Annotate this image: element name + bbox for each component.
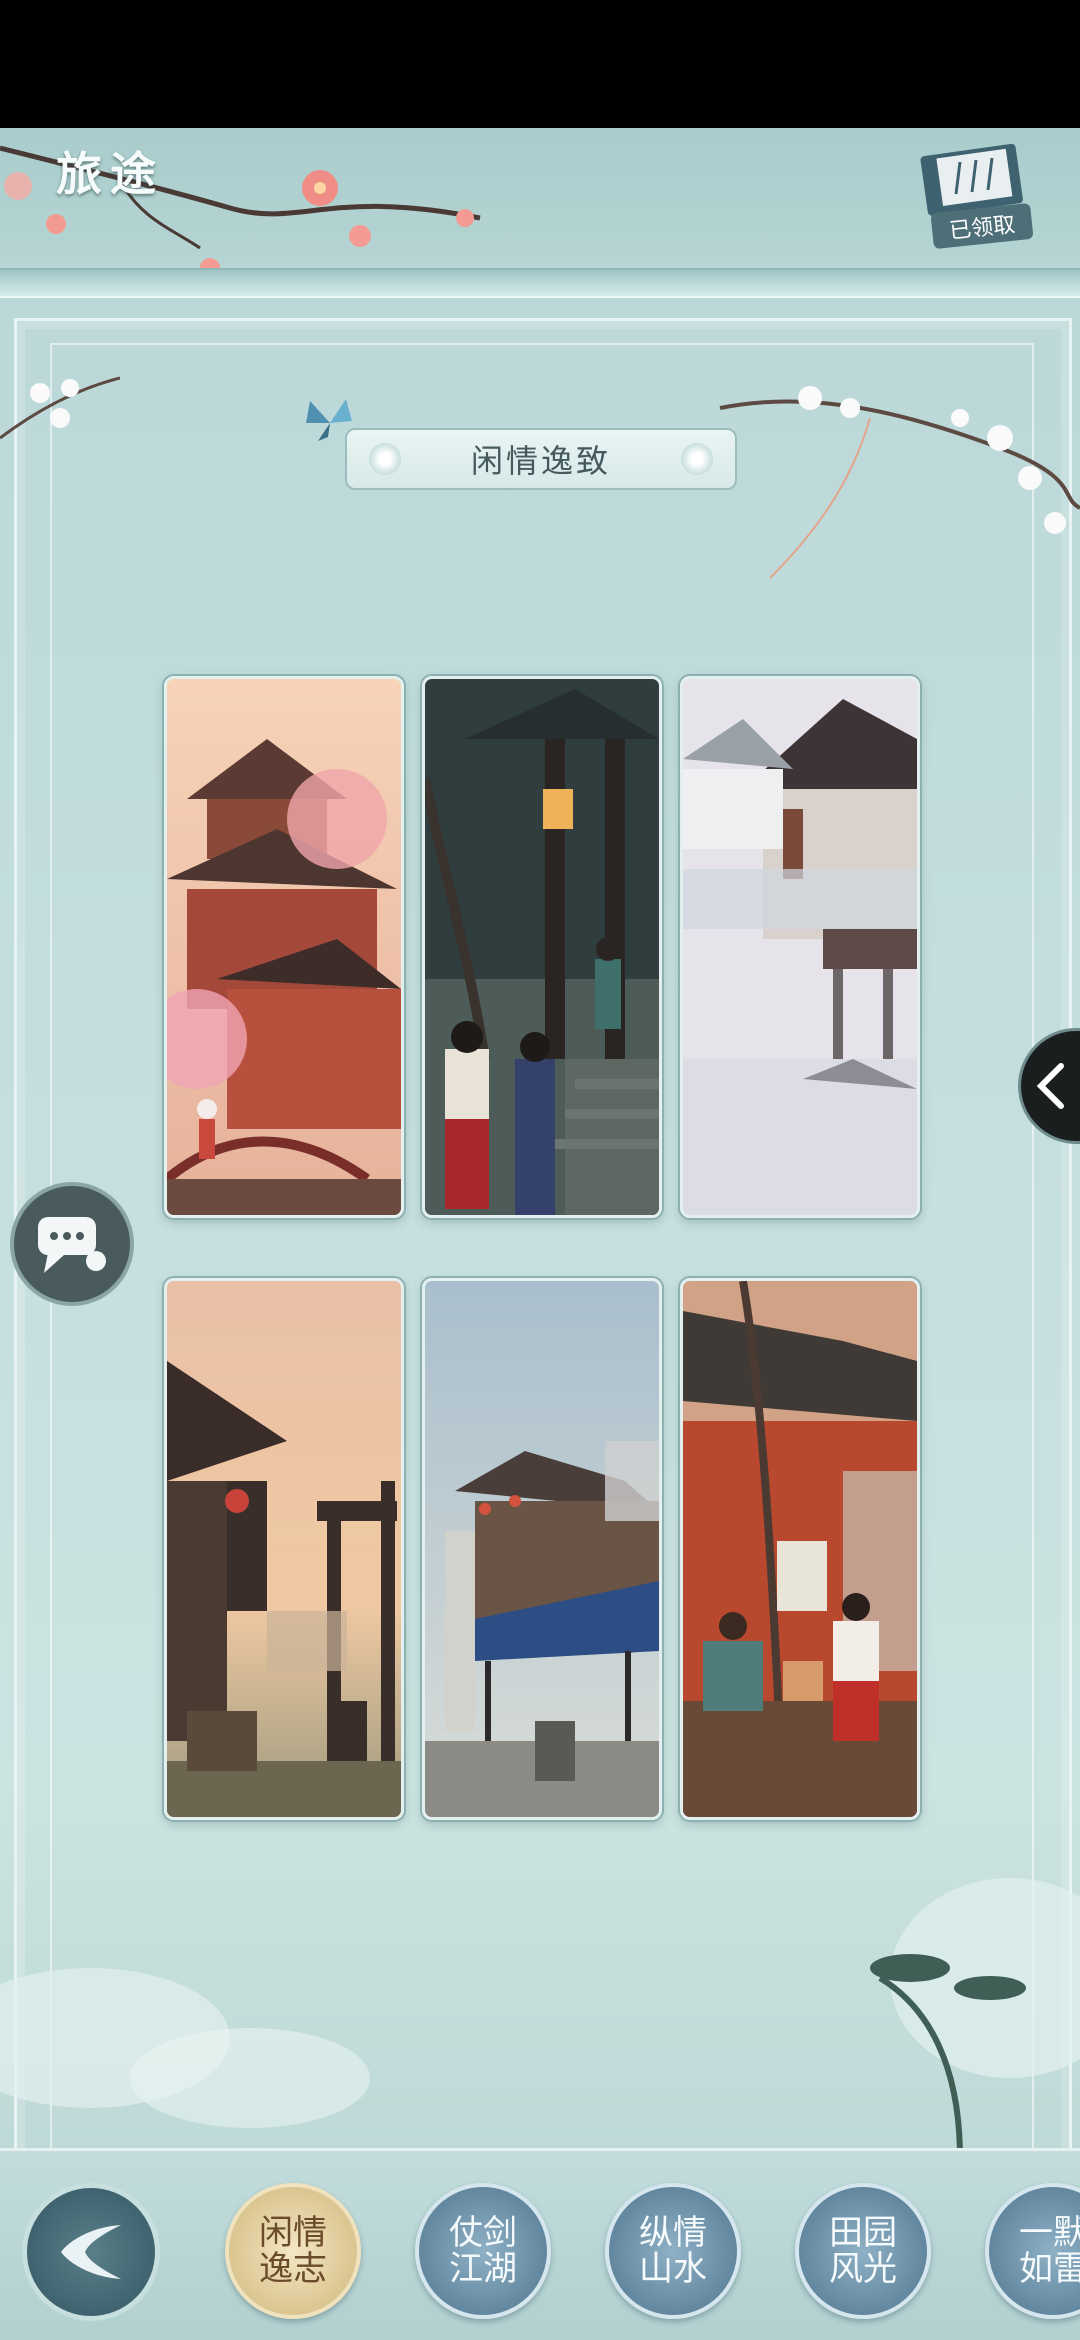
scene-card-dusk-gate-street[interactable]	[164, 1278, 404, 1820]
app-screen: 旅途 已领取 闲情逸致 闲情逸志 仗剑江湖 纵情山水 田园风光 一默如雷	[0, 128, 1080, 2340]
tab-label: 一默如雷	[1019, 2213, 1080, 2289]
back-arrow-icon	[61, 2225, 121, 2279]
scene-card-night-lantern-tower[interactable]	[422, 676, 662, 1218]
tab-countryside[interactable]: 田园风光	[795, 2183, 931, 2319]
chat-bubble-icon	[38, 1217, 106, 1273]
category-title: 闲情逸致	[470, 442, 611, 480]
header: 旅途 已领取	[0, 128, 1080, 286]
claimed-reward-book[interactable]: 已领取	[910, 142, 1040, 252]
header-divider	[0, 268, 1080, 298]
tab-label: 田园风光	[829, 2213, 897, 2289]
tab-label: 闲情逸志	[259, 2213, 327, 2289]
white-blossom-left	[0, 376, 120, 440]
category-banner: 闲情逸致	[345, 428, 737, 490]
white-blossom-branch	[719, 386, 1080, 579]
tab-landscape[interactable]: 纵情山水	[605, 2183, 741, 2319]
scene-card-pavilion-cherry[interactable]	[164, 676, 404, 1218]
chat-button[interactable]	[10, 1182, 134, 1306]
page-title: 旅途	[56, 147, 164, 201]
tab-leisure[interactable]: 闲情逸志	[225, 2183, 361, 2319]
scene-card-misty-stilt-house[interactable]	[680, 676, 920, 1218]
back-button[interactable]	[22, 2183, 160, 2321]
scene-card-market-awning[interactable]	[422, 1278, 662, 1820]
cloud-decoration	[0, 1878, 1080, 2148]
flower-ornament-left	[369, 443, 401, 475]
tab-swordsman[interactable]: 仗剑江湖	[415, 2183, 551, 2319]
chevron-left-icon	[1036, 1063, 1064, 1109]
tab-label: 纵情山水	[639, 2213, 707, 2289]
status-bar	[0, 0, 1080, 128]
scene-card-red-wall-vendor[interactable]	[680, 1278, 920, 1820]
tab-label: 仗剑江湖	[449, 2213, 517, 2289]
flower-ornament-right	[681, 443, 713, 475]
